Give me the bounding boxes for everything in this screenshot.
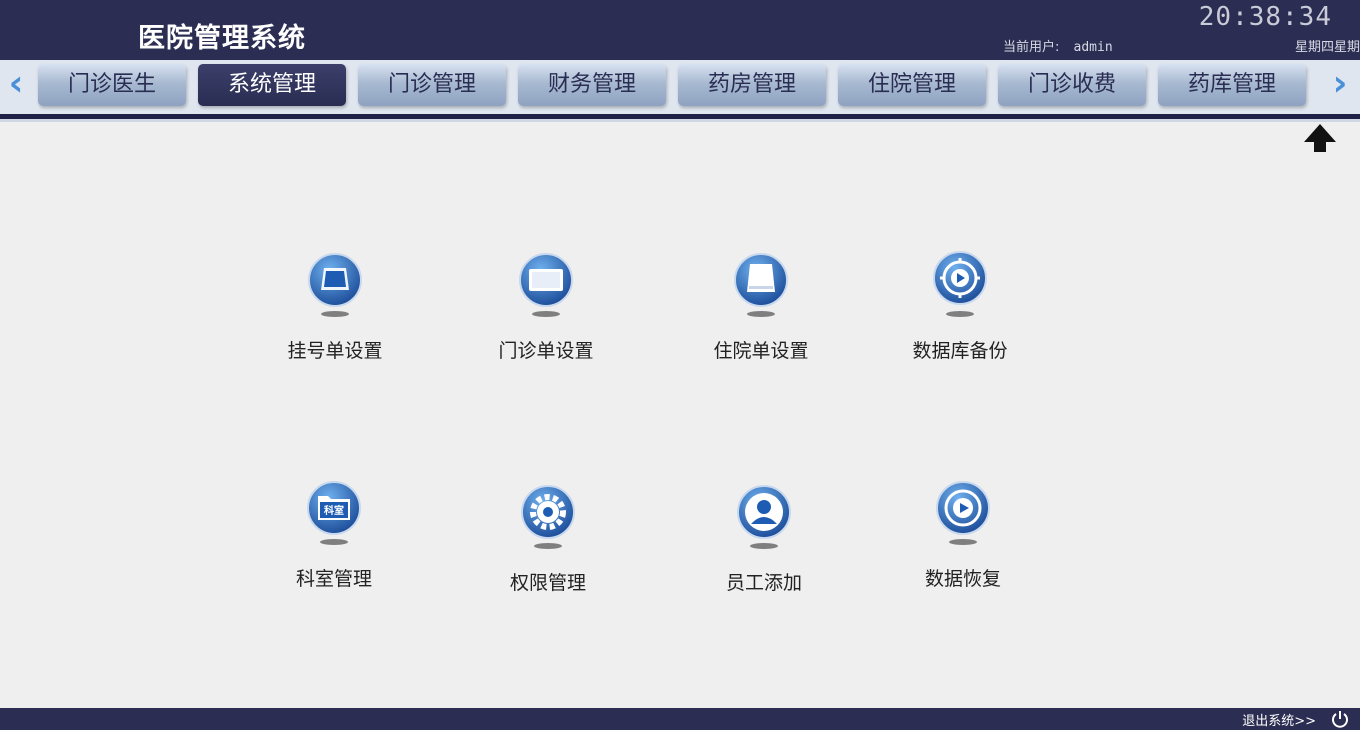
disc-icon: [933, 251, 987, 317]
tile-data-restore[interactable]: 数据恢复: [893, 478, 1033, 591]
user-icon: [737, 485, 791, 549]
tile-outpatient-form-settings[interactable]: 门诊单设置: [476, 250, 616, 363]
power-icon[interactable]: [1330, 709, 1350, 729]
tab-outpatient-doctor[interactable]: 门诊医生: [38, 64, 186, 106]
tab-drug-warehouse[interactable]: 药库管理: [1158, 64, 1306, 106]
logout-link[interactable]: 退出系统>>: [1242, 710, 1316, 729]
weekday: 星期四星期: [1294, 40, 1360, 55]
gear-icon: [521, 485, 575, 549]
tile-label: 科室管理: [295, 568, 372, 590]
tab-inpatient-management[interactable]: 住院管理: [838, 64, 986, 106]
tile-label: 员工添加: [725, 572, 802, 594]
chevron-left-icon[interactable]: ‹: [4, 64, 28, 104]
tab-pharmacy-management[interactable]: 药房管理: [678, 64, 826, 106]
monitor-icon: [519, 253, 573, 317]
nav-divider-light: [0, 119, 1360, 122]
tile-registration-form-settings[interactable]: 挂号单设置: [265, 250, 405, 363]
disc-play-icon: [936, 481, 990, 545]
tab-finance-management[interactable]: 财务管理: [518, 64, 666, 106]
current-user: 当前用户: admin: [1003, 36, 1113, 55]
app-title: 医院管理系统: [138, 23, 306, 54]
current-user-label: 当前用户:: [1003, 40, 1060, 55]
tile-label: 数据恢复: [924, 568, 1001, 590]
tile-inpatient-form-settings[interactable]: 住院单设置: [691, 250, 831, 363]
drive-icon: [734, 253, 788, 317]
header-bar: 医院管理系统 20:38:34 当前用户: admin 星期四星期: [0, 0, 1360, 60]
folder-icon-text: 科室: [324, 504, 344, 517]
arrow-up-icon[interactable]: [1302, 122, 1338, 154]
clock: 20:38:34: [1198, 2, 1332, 32]
card-icon: [308, 253, 362, 317]
chevron-right-icon[interactable]: ›: [1328, 64, 1352, 104]
tab-system-management[interactable]: 系统管理: [198, 64, 346, 106]
tile-label: 挂号单设置: [287, 340, 383, 362]
tile-database-backup[interactable]: 数据库备份: [890, 250, 1030, 363]
tile-add-employee[interactable]: 员工添加: [694, 482, 834, 595]
current-user-name: admin: [1073, 40, 1113, 55]
folder-icon: 科室: [307, 481, 361, 545]
tab-outpatient-billing[interactable]: 门诊收费: [998, 64, 1146, 106]
nav-tabs: 门诊医生 系统管理 门诊管理 财务管理 药房管理 住院管理 门诊收费 药库管理: [38, 64, 1306, 106]
tile-department-management[interactable]: 科室 科室管理: [264, 478, 404, 591]
tile-label: 住院单设置: [713, 340, 809, 362]
tab-outpatient-management[interactable]: 门诊管理: [358, 64, 506, 106]
tile-permission-management[interactable]: 权限管理: [478, 482, 618, 595]
module-nav: ‹ 门诊医生 系统管理 门诊管理 财务管理 药房管理 住院管理 门诊收费 药库管…: [0, 60, 1360, 114]
tile-label: 权限管理: [509, 572, 586, 594]
footer-bar: 退出系统>>: [0, 708, 1360, 730]
tile-label: 门诊单设置: [498, 340, 594, 362]
tile-label: 数据库备份: [912, 340, 1008, 362]
